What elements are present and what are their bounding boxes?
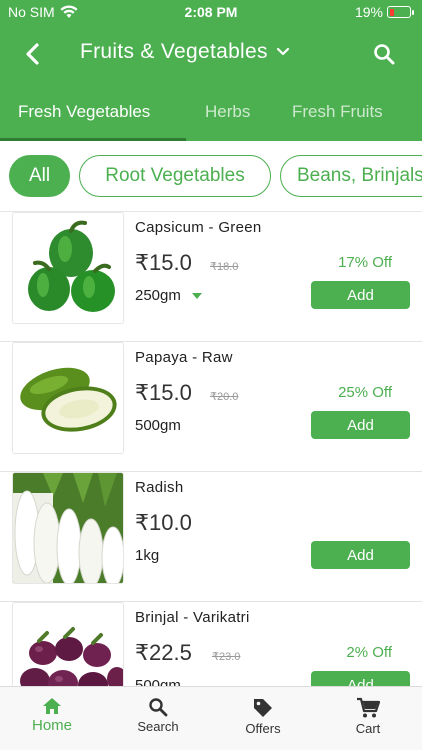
category-selector[interactable]: Fruits & Vegetables <box>80 40 290 64</box>
tab-fresh-fruits[interactable]: Fresh Fruits <box>292 102 383 122</box>
product-list: Capsicum - Green ₹15.0 ₹18.0 250gm 17% O… <box>0 212 422 686</box>
product-item: Radish ₹10.0 1kg Add <box>0 472 422 602</box>
nav-search[interactable]: Search <box>118 697 198 734</box>
quantity-label: 500gm <box>135 677 181 686</box>
product-item: Brinjal - Varikatri ₹22.5 ₹23.0 500gm 2%… <box>0 602 422 686</box>
page-title: Fruits & Vegetables <box>80 40 268 63</box>
nav-offers-label: Offers <box>245 721 281 736</box>
product-name: Brinjal - Varikatri <box>135 609 250 626</box>
battery-status: 19% <box>355 4 414 20</box>
product-name: Radish <box>135 479 184 496</box>
product-price: ₹15.0 <box>135 380 192 405</box>
product-item: Papaya - Raw ₹15.0 ₹20.0 500gm 25% Off A… <box>0 342 422 472</box>
product-image-capsicum[interactable] <box>12 212 124 324</box>
product-mrp: ₹20.0 <box>210 391 239 403</box>
add-button[interactable]: Add <box>311 671 410 686</box>
product-image-brinjal[interactable] <box>12 602 124 686</box>
quantity-label: 1kg <box>135 547 160 564</box>
tab-fresh-vegetables[interactable]: Fresh Vegetables <box>18 102 150 122</box>
quantity-selector[interactable]: 250gm <box>135 287 203 304</box>
product-image-papaya[interactable] <box>12 342 124 454</box>
back-arrow-icon <box>26 43 39 65</box>
quantity-label: 250gm <box>135 287 181 304</box>
battery-icon <box>387 6 411 18</box>
product-name: Papaya - Raw <box>135 349 233 366</box>
bottom-navigation: Home Search Offers Cart <box>0 686 422 750</box>
status-bar: No SIM 2:08 PM 19% <box>0 0 422 24</box>
nav-search-label: Search <box>137 719 179 734</box>
add-button[interactable]: Add <box>311 281 410 309</box>
search-icon <box>374 44 395 65</box>
product-item: Capsicum - Green ₹15.0 ₹18.0 250gm 17% O… <box>0 212 422 342</box>
nav-cart-label: Cart <box>355 721 381 736</box>
discount-label: 17% Off <box>338 254 392 271</box>
tag-icon <box>254 699 272 717</box>
subcategory-chips: All Root Vegetables Beans, Brinjals <box>0 141 422 212</box>
app-bar: Fruits & Vegetables <box>0 30 422 78</box>
caret-down-icon <box>191 292 202 299</box>
tab-herbs[interactable]: Herbs <box>205 102 250 122</box>
chip-root-vegetables[interactable]: Root Vegetables <box>79 155 271 197</box>
discount-label: 25% Off <box>338 384 392 401</box>
nav-offers[interactable]: Offers <box>223 697 303 736</box>
product-image-radish[interactable] <box>12 472 124 584</box>
chip-beans-brinjals[interactable]: Beans, Brinjals <box>280 155 422 197</box>
chevron-down-icon <box>276 47 289 56</box>
product-mrp: ₹18.0 <box>210 261 239 273</box>
search-button[interactable] <box>370 40 398 68</box>
nav-home[interactable]: Home <box>12 697 92 734</box>
quantity-label: 500gm <box>135 417 181 434</box>
nav-home-label: Home <box>31 717 72 734</box>
chip-all[interactable]: All <box>9 155 70 197</box>
home-icon <box>43 698 61 714</box>
add-button[interactable]: Add <box>311 541 410 569</box>
product-name: Capsicum - Green <box>135 219 262 236</box>
cart-icon <box>357 697 380 718</box>
add-button[interactable]: Add <box>311 411 410 439</box>
search-icon <box>149 698 168 717</box>
nav-cart[interactable]: Cart <box>328 697 408 736</box>
back-button[interactable] <box>18 40 46 68</box>
product-price: ₹15.0 <box>135 250 192 275</box>
category-tabs: Fresh Vegetables Herbs Fresh Fruits <box>0 94 422 141</box>
product-price: ₹22.5 <box>135 640 192 665</box>
product-mrp: ₹23.0 <box>212 651 241 663</box>
discount-label: 2% Off <box>346 644 392 661</box>
battery-percent: 19% <box>354 4 383 20</box>
product-price: ₹10.0 <box>135 510 192 535</box>
app-header: No SIM 2:08 PM 19% Fruits & Vegetables F… <box>0 0 422 141</box>
